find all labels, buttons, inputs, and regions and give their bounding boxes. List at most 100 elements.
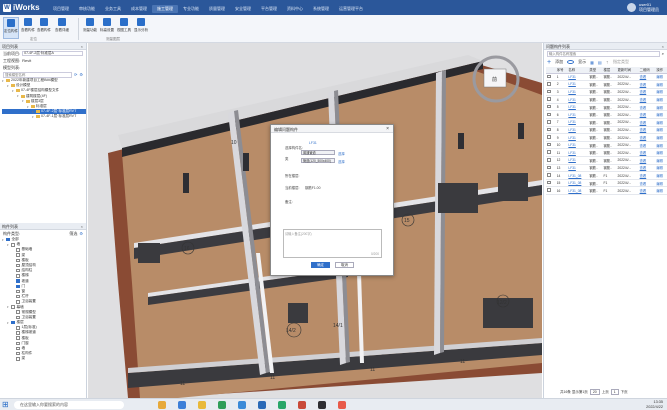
cell-qr[interactable]: 查看 — [638, 103, 656, 112]
row-checkbox-cell[interactable] — [546, 126, 556, 135]
prev-page-button[interactable]: 上页 — [602, 390, 609, 395]
cell-qr[interactable]: 查看 — [638, 95, 656, 104]
table-row[interactable]: 3 LF31 钢筋.. 钢筋.. 2022/4/... 查看 编辑 — [546, 88, 667, 97]
checkbox[interactable] — [6, 237, 10, 242]
checkbox[interactable] — [16, 351, 20, 356]
cell-op[interactable]: 编辑 — [655, 164, 667, 173]
cell-name[interactable]: LF31 — [567, 88, 589, 97]
calendar-icon[interactable]: ▦ — [590, 60, 594, 65]
row-checkbox-cell[interactable] — [546, 179, 556, 188]
row-checkbox[interactable] — [547, 150, 551, 154]
model-search-input[interactable] — [3, 71, 73, 78]
eye-icon[interactable] — [567, 60, 575, 64]
component-select-button[interactable]: 选择 — [338, 159, 345, 164]
menu-item[interactable]: 审核功能 — [74, 5, 100, 13]
cell-op[interactable]: 编辑 — [655, 133, 667, 142]
cell-name[interactable]: LF31 — [567, 148, 589, 158]
menu-item[interactable]: 专业功能 — [178, 5, 204, 13]
row-checkbox[interactable] — [547, 120, 551, 124]
menu-item[interactable]: 安全管理 — [230, 5, 256, 13]
cell-qr[interactable]: 查看 — [638, 118, 656, 127]
row-checkbox[interactable] — [547, 180, 551, 185]
menu-item[interactable]: 施工管理 — [152, 5, 178, 13]
menu-item[interactable]: 项目管理 — [48, 5, 74, 13]
cell-op[interactable]: 编辑 — [655, 171, 667, 180]
cell-qr[interactable]: 查看 — [638, 110, 656, 120]
cancel-button[interactable]: 取消 — [335, 262, 354, 268]
cell-qr[interactable]: 查看 — [638, 164, 656, 173]
table-row[interactable]: 10 LF31 钢筋.. 钢筋.. 2022/4/... 查看 编辑 — [546, 141, 667, 150]
checkbox[interactable] — [16, 357, 20, 361]
row-checkbox[interactable] — [547, 142, 551, 147]
avatar[interactable] — [627, 2, 636, 12]
checkbox[interactable] — [16, 279, 20, 283]
close-icon[interactable]: × — [81, 224, 83, 229]
app-icon[interactable] — [218, 401, 226, 409]
cell-qr[interactable]: 查看 — [638, 80, 656, 89]
row-checkbox[interactable] — [547, 74, 551, 79]
cell-op[interactable]: 编辑 — [655, 156, 667, 165]
cell-name[interactable]: LF31_08 — [567, 186, 589, 195]
cell-qr[interactable]: 查看 — [638, 156, 656, 165]
app-icon[interactable] — [318, 401, 326, 409]
ribbon-button[interactable]: 查看构件 — [36, 17, 52, 39]
table-row[interactable]: 6 LF31 钢筋.. 钢筋.. 2022/4/... 查看 编辑 — [546, 110, 667, 120]
cell-name[interactable]: LF31 — [567, 118, 589, 127]
table-row[interactable]: 1 LF31 钢筋.. 钢筋.. 2022/4/... 查看 编辑 — [546, 73, 667, 82]
current-page[interactable]: 1 — [610, 389, 619, 395]
cell-op[interactable]: 编辑 — [655, 110, 667, 120]
issue-search-input[interactable] — [547, 50, 660, 57]
row-checkbox[interactable] — [547, 165, 551, 170]
ribbon-button[interactable]: 查看详细 — [54, 17, 70, 39]
row-checkbox[interactable] — [547, 173, 551, 177]
folder-icon[interactable] — [198, 401, 206, 409]
cell-name[interactable]: LF31 — [567, 73, 589, 82]
ribbon-button[interactable]: 显示分析 — [133, 17, 149, 39]
menu-item[interactable]: 系统管理 — [308, 5, 334, 13]
cell-qr[interactable]: 查看 — [638, 148, 656, 158]
table-row[interactable]: 13 LF31 钢筋.. 钢筋.. 2022/4/... 查看 编辑 — [546, 164, 667, 173]
cell-qr[interactable]: 查看 — [638, 126, 656, 135]
refresh-icon[interactable]: ⟳ — [74, 72, 77, 77]
checkbox[interactable] — [16, 258, 20, 263]
cell-name[interactable]: LF31 — [567, 126, 589, 135]
checkbox[interactable] — [16, 289, 20, 294]
table-row[interactable]: 2 LF31 钢筋.. 钢筋.. 2022/4/... 查看 编辑 — [546, 80, 667, 89]
ribbon-button[interactable]: 查看构件 — [20, 17, 36, 39]
checkbox[interactable] — [16, 263, 20, 268]
cell-op[interactable]: 编辑 — [655, 148, 667, 158]
cell-qr[interactable]: 查看 — [638, 73, 656, 82]
cell-qr[interactable]: 查看 — [638, 171, 656, 180]
row-checkbox-cell[interactable] — [546, 141, 556, 150]
row-checkbox-cell[interactable] — [546, 80, 556, 89]
windows-start-icon[interactable]: ⊞ — [2, 401, 10, 409]
row-checkbox-cell[interactable] — [546, 95, 556, 104]
row-checkbox[interactable] — [547, 135, 551, 139]
checkbox[interactable] — [11, 305, 15, 309]
cell-op[interactable]: 编辑 — [655, 186, 667, 195]
cell-op[interactable]: 编辑 — [655, 80, 667, 89]
ribbon-button[interactable]: 标高设置 — [99, 17, 115, 39]
checkbox[interactable] — [11, 320, 15, 325]
type-filter-button[interactable]: 指定类型 — [613, 59, 629, 65]
cell-name[interactable]: LF31 — [567, 164, 589, 173]
checkbox[interactable] — [16, 315, 20, 320]
checkbox[interactable] — [16, 248, 20, 252]
cell-name[interactable]: LF31 — [567, 133, 589, 142]
explorer-icon[interactable] — [158, 401, 166, 409]
filter-button[interactable]: 筛选 — [69, 231, 77, 237]
cell-qr[interactable]: 查看 — [638, 179, 656, 188]
row-checkbox-cell[interactable] — [546, 156, 556, 165]
checkbox[interactable] — [16, 336, 20, 340]
row-checkbox[interactable] — [547, 188, 551, 192]
cell-name[interactable]: LF31 — [567, 103, 589, 112]
table-row[interactable]: 15 LF31_08 钢筋.. F1 2022/4/... 查看 编辑 — [546, 179, 667, 188]
table-row[interactable]: 11 LF31 钢筋.. 钢筋.. 2022/4/... 查看 编辑 — [546, 148, 667, 158]
system-tray[interactable]: 13:35 2022/4/22 — [646, 400, 663, 409]
app-icon[interactable] — [258, 401, 266, 409]
row-checkbox[interactable] — [547, 158, 551, 162]
checkbox[interactable] — [16, 326, 20, 330]
row-checkbox[interactable] — [547, 104, 551, 109]
cell-op[interactable]: 编辑 — [655, 95, 667, 104]
row-checkbox[interactable] — [547, 82, 551, 86]
